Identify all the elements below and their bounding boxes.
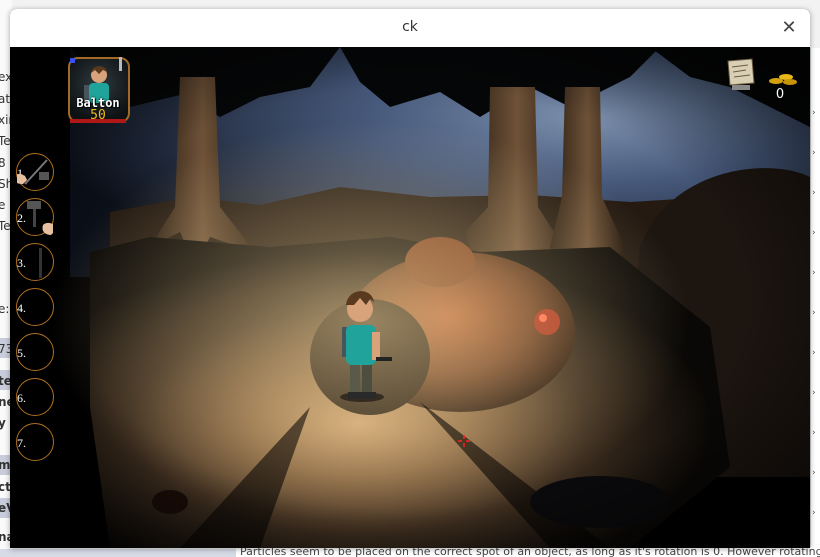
close-icon: ✕: [781, 17, 797, 38]
action-slot-4[interactable]: 4.: [16, 288, 54, 326]
action-slot-1[interactable]: 1.: [16, 153, 54, 191]
slot-label: 5.: [17, 346, 26, 360]
game-scene[interactable]: [10, 47, 810, 548]
background-app-right: › › › › › › › › › › ›: [810, 48, 820, 548]
portrait-scrollbar[interactable]: [119, 57, 122, 71]
hand-tool-icon: [27, 201, 53, 235]
staff-icon: [39, 248, 42, 278]
slot-label: 6.: [17, 391, 26, 405]
action-slot-3[interactable]: 3.: [16, 243, 54, 281]
bg-bottom-text: Particles seem to be placed on the corre…: [240, 547, 820, 557]
slot-label: 4.: [17, 301, 26, 315]
window-title: ck: [402, 19, 418, 35]
game-viewport[interactable]: Balton 50 1. 2. 3. 4. 5. 6. 7. 0: [10, 47, 810, 548]
slot-label: 7.: [17, 436, 26, 450]
action-slot-5[interactable]: 5.: [16, 333, 54, 371]
bg-text: 8: [0, 156, 6, 170]
health-bar: [70, 119, 126, 123]
close-button[interactable]: ✕: [778, 17, 800, 39]
gold-count: 0: [775, 87, 785, 102]
window-titlebar[interactable]: ck ✕: [10, 9, 810, 48]
status-indicator: [70, 58, 75, 63]
map-icon[interactable]: [726, 57, 756, 91]
action-slot-7[interactable]: 7.: [16, 423, 54, 461]
bg-text: e: [0, 198, 6, 212]
background-text-line: Particles seem to be placed on the corre…: [236, 547, 820, 557]
background-panel: [0, 549, 236, 557]
gold-coins-icon: [769, 74, 797, 85]
game-window: ck ✕ Balton 50 1. 2. 3. 4. 5. 6. 7. 0: [10, 9, 810, 548]
action-slot-2[interactable]: 2.: [16, 198, 54, 236]
action-slot-6[interactable]: 6.: [16, 378, 54, 416]
pickaxe-icon: [17, 159, 49, 185]
bg-text: y: [0, 416, 6, 430]
bg-text: e:: [0, 302, 10, 316]
bg-text: m: [0, 458, 11, 472]
